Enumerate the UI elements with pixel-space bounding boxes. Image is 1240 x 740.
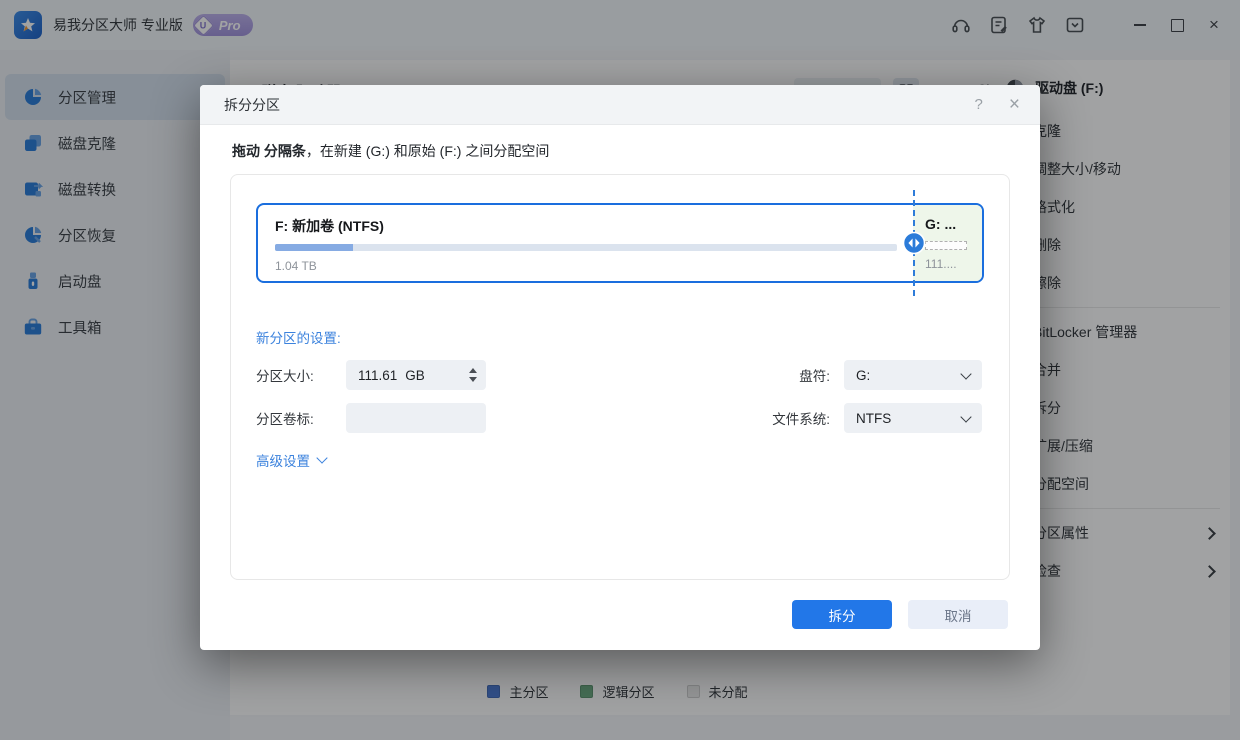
advanced-settings-link[interactable]: 高级设置 xyxy=(256,450,328,470)
dialog-actions: 拆分 取消 xyxy=(792,600,1008,629)
chevron-down-icon xyxy=(960,410,972,423)
volume-label-label: 分区卷标: xyxy=(256,412,314,427)
partition-map: F: 新加卷 (NTFS) 1.04 TB G: ... 111.... xyxy=(256,190,984,296)
cancel-button[interactable]: 取消 xyxy=(908,600,1008,629)
dialog-help-icon[interactable]: ? xyxy=(975,96,983,113)
split-drag-handle[interactable] xyxy=(902,231,926,255)
partition-usage-fill xyxy=(275,244,353,251)
chevron-down-icon xyxy=(960,367,972,380)
partition-size-unit: GB xyxy=(405,367,425,383)
drive-letter-label: 盘符: xyxy=(799,369,830,384)
chevron-down-icon xyxy=(316,452,328,464)
partition-size: 111.... xyxy=(925,257,957,271)
volume-label-input[interactable] xyxy=(346,403,486,433)
dialog-header: 拆分分区 ? × xyxy=(200,85,1040,125)
partition-size-value: 111.61 xyxy=(358,367,398,383)
partition-name: F: 新加卷 (NTFS) xyxy=(275,218,384,234)
size-stepper[interactable] xyxy=(469,368,477,382)
app-window: 易我分区大师 专业版 U Pro × 分区管理 磁盘克隆 磁盘转换 分区恢复 启… xyxy=(0,0,1240,740)
partition-size-input[interactable]: 111.61 GB xyxy=(346,360,486,390)
form-row-1: 分区大小: 111.61 GB 盘符: G: xyxy=(231,360,1009,390)
filesystem-select[interactable]: NTFS xyxy=(844,403,982,433)
split-partition-dialog: 拆分分区 ? × 拖动 分隔条，在新建 (G:) 和原始 (F:) 之间分配空间… xyxy=(200,85,1040,650)
new-partition-settings-label: 新分区的设置: xyxy=(256,331,341,346)
partition-original-f[interactable]: F: 新加卷 (NTFS) 1.04 TB xyxy=(258,205,913,281)
partition-name: G: ... xyxy=(925,216,957,232)
partition-empty-track xyxy=(925,241,967,250)
drive-letter-select[interactable]: G: xyxy=(844,360,982,390)
stepper-up-icon[interactable] xyxy=(469,368,477,373)
dialog-instruction: 拖动 分隔条，在新建 (G:) 和原始 (F:) 之间分配空间 xyxy=(232,143,550,159)
dialog-body-box: F: 新加卷 (NTFS) 1.04 TB G: ... 111.... 新分区… xyxy=(230,174,1010,580)
dialog-title: 拆分分区 xyxy=(224,96,280,113)
stepper-down-icon[interactable] xyxy=(469,377,477,382)
partition-size-label: 分区大小: xyxy=(256,369,314,384)
partition-usage-track xyxy=(275,244,897,251)
split-button[interactable]: 拆分 xyxy=(792,600,892,629)
partition-bar: F: 新加卷 (NTFS) 1.04 TB G: ... 111.... xyxy=(256,203,984,283)
filesystem-label: 文件系统: xyxy=(772,412,830,427)
form-row-2: 分区卷标: 文件系统: NTFS xyxy=(231,403,1009,433)
dialog-close-icon[interactable]: × xyxy=(1009,95,1020,114)
partition-size: 1.04 TB xyxy=(275,259,317,273)
